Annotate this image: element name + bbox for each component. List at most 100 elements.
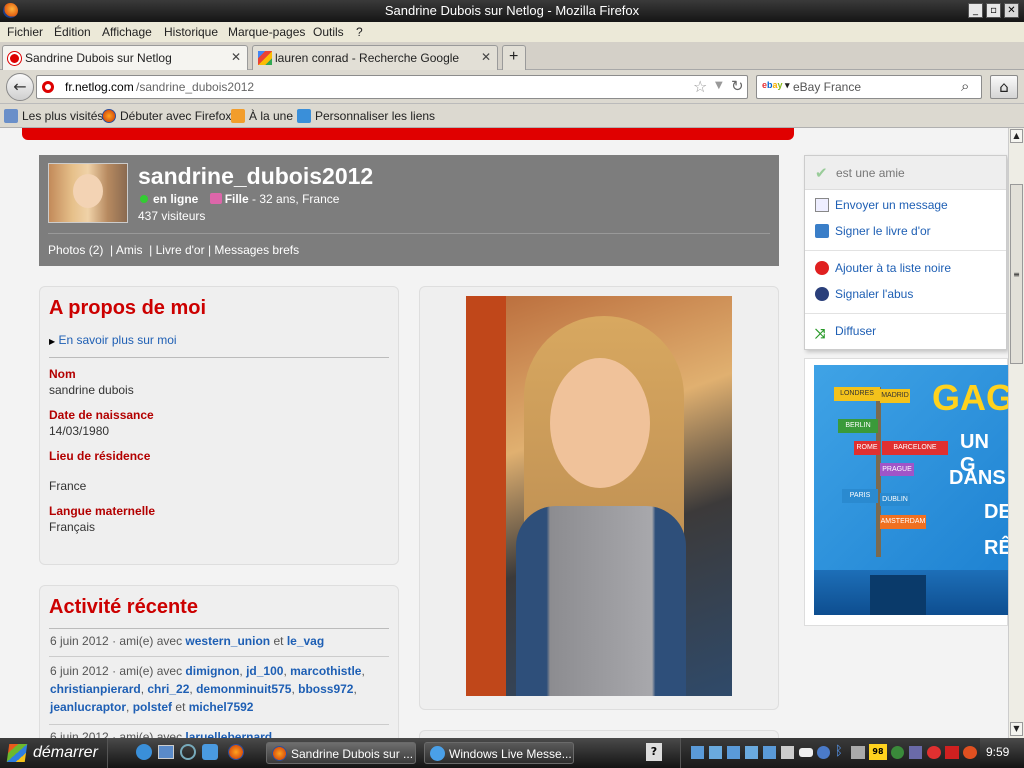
share-link[interactable]: ⤨ Diffuser: [815, 324, 876, 341]
profile-avatar[interactable]: [48, 163, 128, 223]
network-icon[interactable]: [763, 746, 776, 759]
city-sign: LONDRES: [834, 387, 880, 401]
menu-outils[interactable]: Outils: [313, 25, 344, 39]
friend-link[interactable]: polstef: [133, 700, 172, 714]
search-magnifier-icon[interactable]: ⌕: [961, 77, 969, 95]
network-icon[interactable]: [745, 746, 758, 759]
menu-edition[interactable]: Édition: [54, 25, 91, 39]
profile-tab-photos[interactable]: Photos (2): [48, 243, 103, 257]
close-tab-icon[interactable]: ✕: [481, 50, 491, 64]
app-tray-icon[interactable]: [909, 746, 922, 759]
minimize-button[interactable]: _: [968, 3, 983, 18]
network-icon[interactable]: [727, 746, 740, 759]
home-icon[interactable]: ⌂: [990, 75, 1018, 99]
search-box[interactable]: ebay ▾ eBay France ⌕: [756, 75, 982, 99]
tab-google[interactable]: lauren conrad - Recherche Google ✕: [252, 45, 498, 70]
friend-link[interactable]: le_vag: [287, 634, 324, 648]
maximize-button[interactable]: ▫: [986, 3, 1001, 18]
friend-link[interactable]: laruellebernard: [185, 730, 272, 738]
drive-icon[interactable]: [799, 748, 813, 757]
ad-banner[interactable]: GAG UN G DANS DE RÊ LONDRES MADRID BERLI…: [814, 365, 1008, 615]
friend-link[interactable]: jeanlucraptor: [50, 700, 126, 714]
bookmark-customize-links[interactable]: Personnaliser les liens: [297, 109, 435, 123]
ad-line: RÊ: [984, 537, 1008, 559]
speaker-icon[interactable]: [851, 746, 865, 759]
friend-status-label: est une amie: [836, 166, 905, 180]
app-tray-icon[interactable]: [891, 746, 904, 759]
globe-icon[interactable]: [817, 746, 830, 759]
header-divider: [48, 233, 770, 234]
taskbar-window-firefox[interactable]: Sandrine Dubois sur ...: [266, 742, 416, 764]
taskbar-window-messenger[interactable]: Windows Live Messe...: [424, 742, 574, 764]
reload-icon[interactable]: ↻: [731, 77, 744, 95]
friend-link[interactable]: jd_100: [246, 664, 283, 678]
blacklist-link[interactable]: Ajouter à ta liste noire: [815, 261, 951, 275]
friend-link[interactable]: chri_22: [147, 682, 189, 696]
firefox-quicklaunch-icon[interactable]: [228, 744, 244, 760]
profile-tab-guestbook[interactable]: Livre d'or: [156, 243, 205, 257]
field-value: Français: [49, 520, 96, 534]
bluetooth-icon[interactable]: ᛒ: [835, 744, 845, 760]
scroll-up-arrow-icon[interactable]: ▲: [1010, 129, 1023, 143]
bookmark-star-icon[interactable]: ☆: [693, 77, 707, 96]
friend-link[interactable]: demonminuit575: [196, 682, 291, 696]
app-tray-icon[interactable]: [963, 746, 977, 759]
profile-tab-messages[interactable]: Messages brefs: [214, 243, 299, 257]
friend-link[interactable]: bboss972: [298, 682, 353, 696]
site-identity-icon[interactable]: [42, 81, 54, 93]
vertical-scrollbar[interactable]: ▲ ≡ ▼: [1008, 128, 1024, 738]
antivirus-icon[interactable]: [927, 746, 941, 759]
menu-marque-pages[interactable]: Marque-pages: [228, 25, 305, 39]
more-about-link[interactable]: ▶ En savoir plus sur moi: [49, 333, 177, 347]
friend-link[interactable]: michel7592: [189, 700, 254, 714]
scroll-down-arrow-icon[interactable]: ▼: [1010, 722, 1023, 736]
activity-item: 6 juin 2012 · ami(e) avec dimignon, jd_1…: [50, 664, 365, 714]
url-bar[interactable]: fr.netlog.com /sandrine_dubois2012 ☆ ▼ ↻: [36, 75, 748, 99]
back-arrow-icon[interactable]: ←: [6, 73, 34, 101]
tab-label: Sandrine Dubois sur Netlog: [25, 51, 172, 65]
menu-help[interactable]: ?: [356, 25, 363, 39]
network-icon[interactable]: [709, 746, 722, 759]
friend-link[interactable]: dimignon: [185, 664, 239, 678]
windows-logo-icon: [6, 744, 28, 762]
sign-guestbook-link[interactable]: Signer le livre d'or: [815, 224, 931, 238]
bookmark-getting-started[interactable]: Débuter avec Firefox: [102, 109, 231, 123]
ie-icon[interactable]: [136, 744, 152, 760]
security-icon[interactable]: [945, 746, 959, 759]
network-icon[interactable]: [691, 746, 704, 759]
ad-banner-frame: GAG UN G DANS DE RÊ LONDRES MADRID BERLI…: [804, 358, 1008, 626]
profile-actions-menu: ✔ est une amie Envoyer un message Signer…: [804, 155, 1007, 350]
report-abuse-link[interactable]: Signaler l'abus: [815, 287, 913, 301]
history-dropdown-icon[interactable]: ▼: [715, 80, 723, 91]
menu-historique[interactable]: Historique: [164, 25, 218, 39]
friend-link[interactable]: marcothistle: [290, 664, 361, 678]
search-icon[interactable]: [180, 744, 196, 760]
menu-affichage[interactable]: Affichage: [102, 25, 152, 39]
ebay-engine-icon[interactable]: ebay ▾: [762, 80, 790, 91]
app-tray-icon[interactable]: 98: [869, 744, 887, 760]
profile-tab-friends[interactable]: Amis: [116, 243, 143, 257]
show-desktop-icon[interactable]: [158, 745, 174, 759]
activity-item: 6 juin 2012 · ami(e) avec western_union …: [50, 634, 325, 648]
menu-fichier[interactable]: Fichier: [7, 25, 43, 39]
scroll-thumb[interactable]: ≡: [1010, 184, 1023, 364]
bookmark-most-visited[interactable]: Les plus visités: [4, 109, 103, 123]
new-tab-button[interactable]: +: [502, 45, 526, 70]
profile-photo[interactable]: [466, 296, 732, 696]
tab-netlog[interactable]: Sandrine Dubois sur Netlog ✕: [2, 45, 248, 70]
start-button[interactable]: démarrer: [0, 738, 108, 768]
tab-bar: Sandrine Dubois sur Netlog ✕ lauren conr…: [0, 42, 1024, 70]
page-content: sandrine_dubois2012 en ligne Fille - 32 …: [0, 128, 1008, 738]
expand-arrow-icon: ▶: [49, 337, 56, 346]
friend-link[interactable]: western_union: [185, 634, 270, 648]
messenger-icon[interactable]: [202, 744, 218, 760]
bookmark-news[interactable]: À la une: [231, 109, 293, 123]
close-tab-icon[interactable]: ✕: [231, 50, 241, 64]
site-header-bar: [22, 128, 794, 140]
device-icon[interactable]: [781, 746, 794, 759]
friend-link[interactable]: christianpierard: [50, 682, 141, 696]
send-message-link[interactable]: Envoyer un message: [815, 198, 948, 212]
language-help-icon[interactable]: ?: [646, 743, 662, 761]
close-window-button[interactable]: ✕: [1004, 3, 1019, 18]
visitor-count: 437 visiteurs: [138, 209, 206, 223]
